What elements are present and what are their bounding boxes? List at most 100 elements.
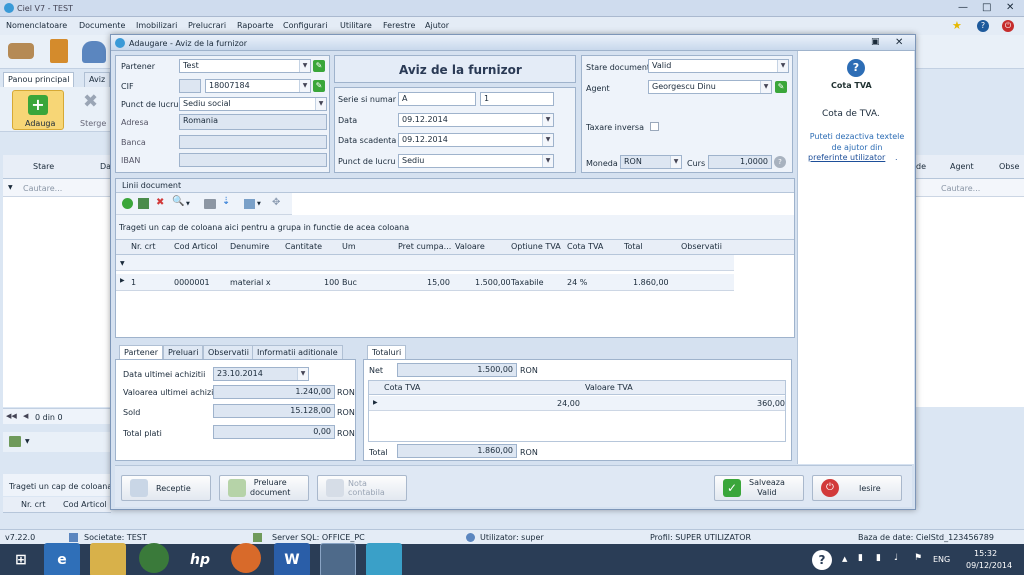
punct-lucru-field[interactable]: Sediu social ▼ [179,97,327,111]
dropdown-icon[interactable]: ▼ [777,60,788,72]
moneda-field[interactable]: RON ▼ [620,155,682,169]
dropdown-icon[interactable]: ▼ [542,155,553,167]
menu-imobilizari[interactable]: Imobilizari [136,21,177,30]
tray-battery-icon[interactable]: ▮ [876,553,881,563]
layout-icon[interactable] [9,436,21,447]
tab-panou-principal[interactable]: Panou principal [3,72,75,87]
edit-agent-icon[interactable]: ✎ [775,81,787,93]
menu-utilitare[interactable]: Utilitare [340,21,372,30]
receptie-button[interactable]: Receptie [121,475,211,501]
print-icon[interactable] [204,199,216,209]
taxare-checkbox[interactable] [650,122,659,131]
taskbar-chrome-icon[interactable] [139,543,169,573]
move-icon[interactable]: ✥ [272,197,280,208]
tab-observatii[interactable]: Observatii [203,345,254,359]
help-link[interactable]: preferinte utilizator [808,153,885,162]
taskbar-hp-icon[interactable]: hp [182,543,218,575]
clipboard-icon[interactable] [50,39,68,63]
cell-valoare[interactable]: 1.500,00 [475,278,511,287]
taskbar-explorer-icon[interactable] [90,543,126,575]
cell-pret[interactable]: 15,00 [427,278,450,287]
menu-rapoarte[interactable]: Rapoarte [237,21,274,30]
menu-nomenclatoare[interactable]: Nomenclatoare [6,21,67,30]
nav-first-icon[interactable]: ◀◀ [6,412,17,420]
info-icon[interactable]: ? [774,156,786,168]
handshake-icon[interactable] [8,43,34,59]
taskbar-firefox-icon[interactable] [231,543,261,573]
tab-informatii[interactable]: Informatii aditionale [252,345,343,359]
tab-totaluri[interactable]: Totaluri [367,345,407,359]
cif-prefix-field[interactable] [179,79,201,93]
dialog-close-icon[interactable]: ✕ [895,37,903,48]
cell-um[interactable]: Buc [342,278,357,287]
expand-icon[interactable]: ⇣ [222,196,230,207]
tab-aviz[interactable]: Aviz [84,72,111,87]
close-icon[interactable]: ✕ [1006,2,1014,13]
tray-volume-icon[interactable]: ♩ [894,553,898,563]
partener-field[interactable]: Test ▼ [179,59,311,73]
dialog-restore-icon[interactable]: ▣ [871,37,880,47]
cif-field[interactable]: 18007184 ▼ [205,79,311,93]
grid-add-icon[interactable] [138,198,149,209]
calendar-dropdown-icon[interactable]: ▼ [542,134,553,146]
bg-search-right[interactable]: Cautare... [941,184,980,193]
layout-options-icon[interactable] [244,199,255,209]
menu-configurari[interactable]: Configurari [283,21,327,30]
delete-x-icon[interactable]: ✖ [83,93,101,111]
preluare-document-button[interactable]: Preluare document [219,475,309,501]
delete-line-icon[interactable]: ✖ [156,197,164,208]
salveaza-valid-button[interactable]: ✓ Salveaza Valid [714,475,804,501]
dropdown-icon[interactable]: ▼ [299,60,310,72]
edit-partner-icon[interactable]: ✎ [313,60,325,72]
data-field[interactable]: 09.12.2014 ▼ [398,113,554,127]
cell-cota-tva[interactable]: 24,00 [557,399,580,408]
start-button[interactable]: ⊞ [6,548,36,572]
taskbar-help-icon[interactable]: ? [812,550,832,570]
cell-nr[interactable]: 1 [131,278,136,287]
search-dropdown-icon[interactable]: ▼ [186,201,190,207]
cell-denumire[interactable]: material x [230,278,271,287]
table-row[interactable]: ▶ 1 0000001 material x 100 Buc 15,00 1.5… [116,274,734,291]
numar-field[interactable]: 1 [480,92,554,106]
nota-contabila-button[interactable]: Nota contabila [317,475,407,501]
calendar-dropdown-icon[interactable]: ▼ [542,114,553,126]
serie-field[interactable]: A [398,92,476,106]
taskbar-photos-icon[interactable] [366,543,402,575]
tray-time[interactable]: 15:32 [974,549,997,558]
tab-preluari[interactable]: Preluari [163,345,204,359]
tray-arrow-icon[interactable]: ▲ [842,555,847,563]
layout-dropdown-icon[interactable]: ▼ [25,438,30,445]
power-icon[interactable]: ⏻ [1002,20,1014,32]
menu-ajutor[interactable]: Ajutor [425,21,449,30]
stare-field[interactable]: Valid ▼ [648,59,789,73]
punct-lucru2-field[interactable]: Sediu ▼ [398,154,554,168]
lines-tab[interactable]: Linii document [122,181,181,190]
table-row[interactable]: ▶ 24,00 360,00 [369,396,785,411]
menu-ferestre[interactable]: Ferestre [383,21,415,30]
dropdown-icon[interactable]: ▼ [299,80,310,92]
dropdown-icon[interactable]: ▼ [670,156,681,168]
help-icon[interactable]: ? [977,20,989,32]
cell-optiune[interactable]: Taxabile [511,278,544,287]
tray-flag-icon[interactable]: ⚑ [914,553,922,563]
star-icon[interactable]: ★ [952,20,964,32]
lines-filter-row[interactable]: ▼ [116,255,734,271]
nav-prev-icon[interactable]: ◀ [23,412,28,420]
dropdown-icon[interactable]: ▼ [760,81,771,93]
agent-field[interactable]: Georgescu Dinu ▼ [648,80,772,94]
cell-total[interactable]: 1.860,00 [633,278,669,287]
dropdown-icon[interactable]: ▼ [315,98,326,110]
taskbar-ie-icon[interactable]: e [44,543,80,575]
bg-search-left[interactable]: Cautare... [23,184,62,193]
edit-cif-icon[interactable]: ✎ [313,80,325,92]
cell-valoare-tva[interactable]: 360,00 [757,399,785,408]
iesire-button[interactable]: ⏻ Iesire [812,475,902,501]
cell-cantitate[interactable]: 100 [324,278,339,287]
tray-language[interactable]: ENG [933,555,950,564]
search-icon[interactable]: 🔍 [172,196,184,207]
tray-date[interactable]: 09/12/2014 [966,561,1012,570]
users-icon[interactable] [82,41,106,63]
cell-cod[interactable]: 0000001 [174,278,210,287]
cell-cota[interactable]: 24 % [567,278,587,287]
scadenta-field[interactable]: 09.12.2014 ▼ [398,133,554,147]
